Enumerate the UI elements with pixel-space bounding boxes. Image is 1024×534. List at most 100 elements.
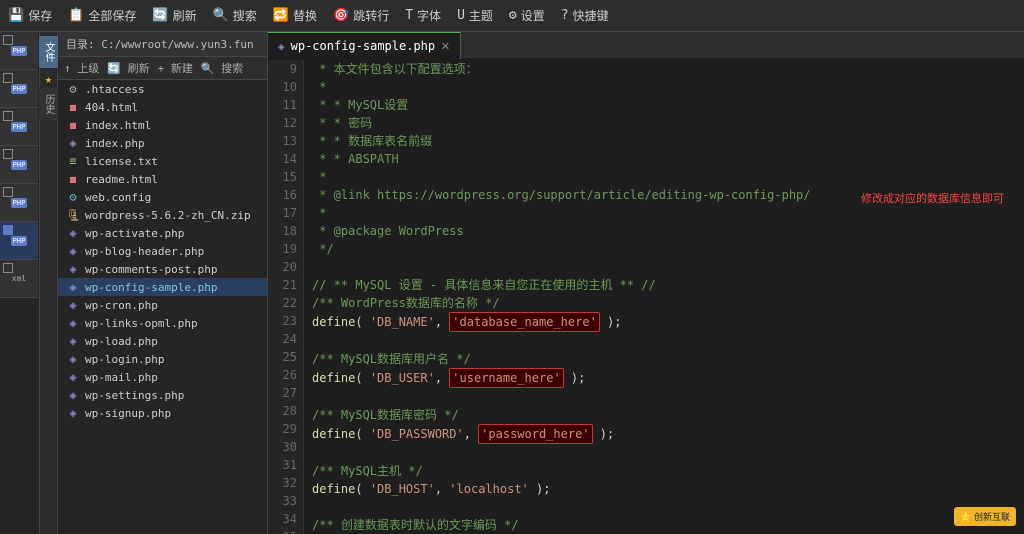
- file-item-config-sample[interactable]: ◈ wp-config-sample.php: [58, 278, 267, 296]
- replace-icon: 🔁: [273, 8, 289, 23]
- code-content[interactable]: * 本文件包含以下配置选项： * * * MySQL设置 * * 密码 * * …: [304, 60, 1024, 534]
- toolbar-replace[interactable]: 🔁 替换: [273, 7, 317, 24]
- toolbar-shortcut[interactable]: ? 快捷键: [561, 7, 609, 24]
- code-line-18: * @package WordPress: [312, 222, 1016, 240]
- html-icon-index: ◼: [66, 118, 80, 132]
- file-item-404[interactable]: ◼ 404.html: [58, 98, 267, 116]
- checkbox-6[interactable]: [3, 225, 13, 235]
- code-line-23: define( 'DB_NAME', 'database_name_here' …: [312, 312, 1016, 332]
- thumb-6[interactable]: PHP: [0, 222, 38, 260]
- php-icon-index: ◈: [66, 136, 80, 150]
- up-button[interactable]: ↑ 上级: [64, 60, 99, 76]
- code-line-26: define( 'DB_USER', 'username_here' );: [312, 368, 1016, 388]
- php-icon-activate: ◈: [66, 226, 80, 240]
- toolbar-save[interactable]: 💾 保存: [8, 7, 52, 24]
- checkbox-1[interactable]: [3, 35, 13, 45]
- shortcut-label: 快捷键: [573, 7, 609, 24]
- tab-php-icon: ◈: [278, 40, 285, 53]
- config-icon-web: ⚙: [66, 190, 80, 204]
- file-item-blog-header[interactable]: ◈ wp-blog-header.php: [58, 242, 267, 260]
- file-tree-header: 目录: C:/wwwroot/www.yun3.fun: [58, 32, 267, 57]
- thumb-1[interactable]: PHP: [0, 32, 38, 70]
- file-tree-toolbar: ↑ 上级 🔄 刷新 + 新建 🔍 搜索: [58, 57, 267, 80]
- php-icon-blog-header: ◈: [66, 244, 80, 258]
- file-item-comments-post[interactable]: ◈ wp-comments-post.php: [58, 260, 267, 278]
- toolbar: 💾 保存 📋 全部保存 🔄 刷新 🔍 搜索 🔁 替换 🎯 跳转行 T 字体 U …: [0, 0, 1024, 32]
- thumb-2[interactable]: PHP: [0, 70, 38, 108]
- code-line-24: [312, 332, 1016, 350]
- file-item-mail[interactable]: ◈ wp-mail.php: [58, 368, 267, 386]
- code-line-16: * @link https://wordpress.org/support/ar…: [312, 186, 1016, 204]
- toolbar-theme[interactable]: U 主题: [457, 7, 493, 24]
- code-editor: 9 10 11 12 13 14 15 16 17 18 19 20 21 22…: [268, 60, 1024, 534]
- tab-close-button[interactable]: ✕: [441, 38, 449, 54]
- htaccess-icon: ⚙: [66, 82, 80, 96]
- code-line-21: // ** MySQL 设置 - 具体信息来自您正在使用的主机 ** //: [312, 276, 1016, 294]
- search-button[interactable]: 🔍 搜索: [201, 60, 243, 76]
- code-line-25: /** MySQL数据库用户名 */: [312, 350, 1016, 368]
- file-tree: 目录: C:/wwwroot/www.yun3.fun ↑ 上级 🔄 刷新 + …: [58, 32, 268, 534]
- refresh-label: 刷新: [173, 7, 197, 24]
- file-item-login[interactable]: ◈ wp-login.php: [58, 350, 267, 368]
- left-panel: PHP PHP PHP PHP PHP PHP xml: [0, 32, 40, 534]
- code-line-11: * * MySQL设置: [312, 96, 1016, 114]
- theme-label: 主题: [469, 7, 493, 24]
- file-item-license[interactable]: ≡ license.txt: [58, 152, 267, 170]
- file-item-signup[interactable]: ◈ wp-signup.php: [58, 404, 267, 422]
- checkbox-7[interactable]: [3, 263, 13, 273]
- font-icon: T: [405, 8, 413, 23]
- file-item-readme[interactable]: ◼ readme.html: [58, 170, 267, 188]
- file-item-load[interactable]: ◈ wp-load.php: [58, 332, 267, 350]
- thumb-4[interactable]: PHP: [0, 146, 38, 184]
- php-icon-load: ◈: [66, 334, 80, 348]
- code-line-32: define( 'DB_HOST', 'localhost' );: [312, 480, 1016, 498]
- checkbox-3[interactable]: [3, 111, 13, 121]
- goto-icon: 🎯: [333, 8, 349, 23]
- file-item-index-php[interactable]: ◈ index.php: [58, 134, 267, 152]
- watermark: ⭐ 创新互联: [954, 507, 1016, 526]
- side-tab-history[interactable]: 历史: [39, 88, 58, 120]
- php-icon-links-opml: ◈: [66, 316, 80, 330]
- code-line-30: [312, 444, 1016, 462]
- file-item-index-html[interactable]: ◼ index.html: [58, 116, 267, 134]
- toolbar-settings[interactable]: ⚙ 设置: [509, 7, 545, 24]
- save-all-icon: 📋: [68, 8, 84, 23]
- settings-label: 设置: [521, 7, 545, 24]
- file-item-cron[interactable]: ◈ wp-cron.php: [58, 296, 267, 314]
- code-line-27: [312, 388, 1016, 406]
- file-item-zip[interactable]: 🗜 wordpress-5.6.2-zh_CN.zip: [58, 206, 267, 224]
- toolbar-font[interactable]: T 字体: [405, 7, 441, 24]
- code-line-19: */: [312, 240, 1016, 258]
- checkbox-5[interactable]: [3, 187, 13, 197]
- checkbox-2[interactable]: [3, 73, 13, 83]
- toolbar-search[interactable]: 🔍 搜索: [213, 7, 257, 24]
- thumb-3[interactable]: PHP: [0, 108, 38, 146]
- php-icon-settings: ◈: [66, 388, 80, 402]
- code-line-29: define( 'DB_PASSWORD', 'password_here' )…: [312, 424, 1016, 444]
- php-icon-cron: ◈: [66, 298, 80, 312]
- refresh-button[interactable]: 🔄 刷新: [107, 60, 149, 76]
- checkbox-4[interactable]: [3, 149, 13, 159]
- tab-wp-config-sample[interactable]: ◈ wp-config-sample.php ✕: [268, 32, 461, 59]
- refresh-icon: 🔄: [152, 8, 168, 23]
- toolbar-refresh[interactable]: 🔄 刷新: [152, 7, 196, 24]
- code-line-13: * * 数据库表名前缀: [312, 132, 1016, 150]
- thumb-7[interactable]: xml: [0, 260, 38, 298]
- thumb-5[interactable]: PHP: [0, 184, 38, 222]
- toolbar-goto[interactable]: 🎯 跳转行: [333, 7, 389, 24]
- new-button[interactable]: + 新建: [158, 60, 193, 76]
- file-item-htaccess[interactable]: ⚙ .htaccess: [58, 80, 267, 98]
- php-icon-mail: ◈: [66, 370, 80, 384]
- php-icon-config-sample: ◈: [66, 280, 80, 294]
- search-icon: 🔍: [213, 8, 229, 23]
- code-line-28: /** MySQL数据库密码 */: [312, 406, 1016, 424]
- html-icon-readme: ◼: [66, 172, 80, 186]
- save-label: 保存: [28, 7, 52, 24]
- file-item-links-opml[interactable]: ◈ wp-links-opml.php: [58, 314, 267, 332]
- file-item-webconfig[interactable]: ⚙ web.config: [58, 188, 267, 206]
- file-item-settings[interactable]: ◈ wp-settings.php: [58, 386, 267, 404]
- file-item-activate[interactable]: ◈ wp-activate.php: [58, 224, 267, 242]
- toolbar-save-all[interactable]: 📋 全部保存: [68, 7, 136, 24]
- side-tab-files[interactable]: 文件: [39, 36, 58, 68]
- theme-icon: U: [457, 8, 465, 23]
